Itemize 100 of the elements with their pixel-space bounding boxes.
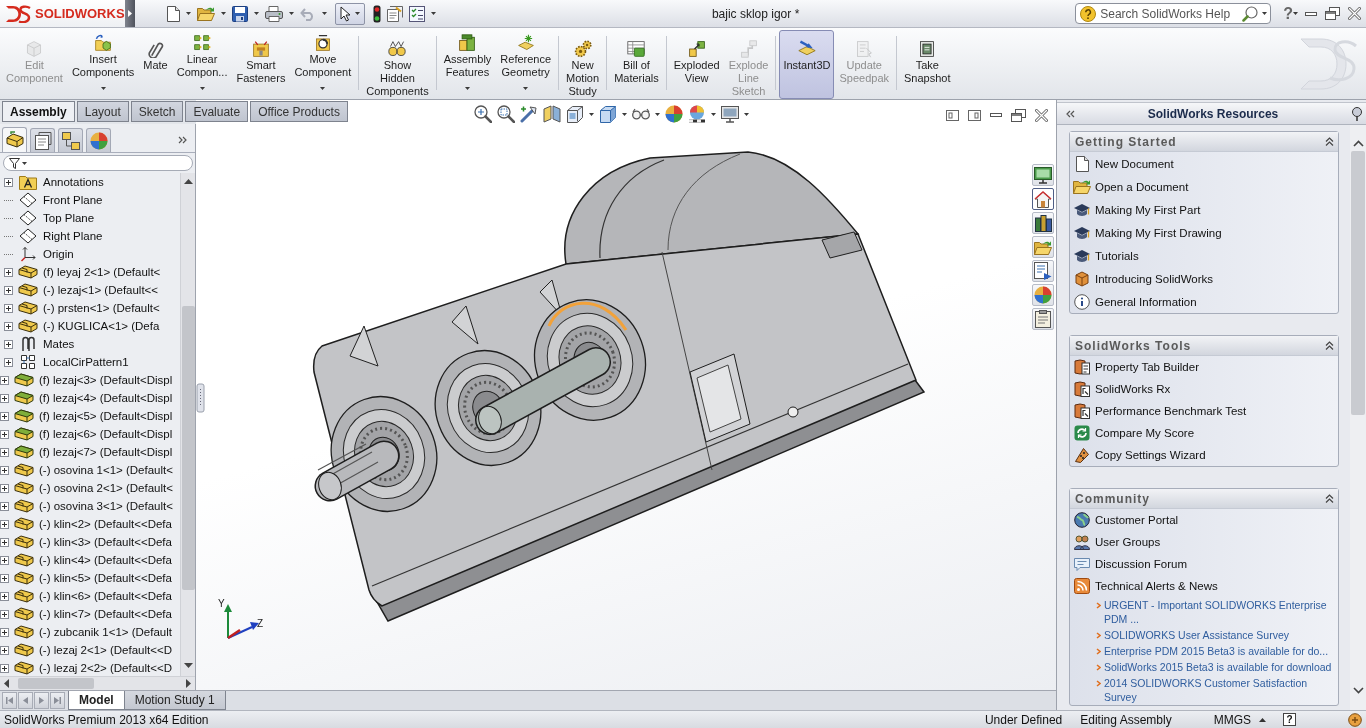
tree-item[interactable]: (-) KUGLICA<1> (Defa — [43, 320, 160, 332]
expand-icon[interactable] — [0, 429, 9, 439]
caret-icon[interactable] — [186, 12, 191, 15]
caret-icon[interactable] — [254, 12, 259, 15]
news-link[interactable]: URGENT - Important SOLIDWORKS Enterprise PDM ... — [1104, 598, 1338, 626]
expand-icon[interactable] — [4, 357, 13, 367]
expand-icon[interactable] — [4, 285, 13, 295]
tree-item[interactable]: Mates — [43, 338, 75, 350]
select-button[interactable] — [335, 2, 365, 25]
caret-icon[interactable] — [589, 112, 595, 116]
arrow-up-icon[interactable] — [183, 179, 193, 184]
search-icon[interactable] — [1242, 5, 1259, 22]
arrow-right-icon[interactable] — [186, 679, 191, 688]
task-pane-tab[interactable] — [1032, 308, 1054, 330]
expand-icon[interactable] — [4, 339, 13, 349]
news-link[interactable]: 2014 SOLIDWORKS Customer Satisfaction Survey — [1104, 676, 1338, 704]
caret-icon[interactable] — [622, 112, 628, 116]
exploded-view-button[interactable]: Exploded View — [669, 30, 724, 99]
tree-item[interactable]: (-) prsten<1> (Default< — [43, 302, 160, 314]
vertical-scrollbar[interactable] — [180, 173, 195, 676]
expand-icon[interactable] — [0, 663, 9, 673]
caret-icon[interactable] — [431, 12, 436, 15]
resource-link[interactable]: Technical Alerts & News — [1095, 580, 1218, 592]
command-tab[interactable]: Office Products — [250, 101, 348, 122]
smart-fasteners-button[interactable]: Smart Fasteners — [232, 30, 290, 99]
tree-item[interactable]: (f) lezaj<4> (Default<Displ — [39, 392, 173, 404]
expand-icon[interactable] — [0, 447, 9, 457]
expand-icon[interactable] — [4, 321, 13, 331]
task-pane-tab[interactable] — [1032, 164, 1054, 186]
glasses-icon[interactable] — [632, 108, 651, 120]
resource-link[interactable]: Making My First Drawing — [1095, 226, 1222, 239]
tree-item[interactable]: (-) klin<7> (Default<<Defa — [39, 608, 172, 620]
resource-link[interactable]: SolidWorks Rx — [1095, 383, 1171, 395]
minimize-icon[interactable] — [990, 113, 1002, 117]
monitor-icon[interactable] — [721, 105, 740, 123]
task-pane-tab[interactable] — [1032, 212, 1054, 234]
arrow-up-icon[interactable] — [1352, 140, 1364, 147]
caret-icon[interactable] — [1262, 12, 1268, 15]
task-pane-tab[interactable] — [1032, 260, 1054, 282]
expand-icon[interactable] — [0, 501, 9, 511]
split-block-icon[interactable] — [543, 105, 562, 123]
expand-icon[interactable] — [0, 519, 9, 529]
arrow-down-icon[interactable] — [183, 663, 193, 668]
caret-icon[interactable] — [289, 12, 294, 15]
collapse-icon[interactable] — [1325, 137, 1334, 146]
resource-link[interactable]: Performance Benchmark Test — [1095, 405, 1247, 417]
tree-item[interactable]: (f) lezaj<6> (Default<Displ — [39, 428, 173, 440]
expand-icon[interactable] — [0, 627, 9, 637]
caret-icon[interactable] — [711, 112, 717, 116]
bill-of-materials-button[interactable]: Bill of Materials — [610, 30, 663, 99]
close-icon[interactable] — [1348, 7, 1361, 20]
scroll-thumb[interactable] — [181, 306, 195, 590]
news-link[interactable]: SolidWorks 2015 Beta3 is available for download — [1104, 660, 1332, 674]
resource-link[interactable]: Customer Portal — [1095, 514, 1179, 526]
expand-icon[interactable] — [0, 393, 9, 403]
color-wheel-icon[interactable] — [665, 105, 684, 123]
expand-icon[interactable] — [0, 411, 9, 421]
tree-item[interactable]: (f) lezaj<3> (Default<Displ — [39, 374, 173, 386]
model-tab[interactable]: Motion Study 1 — [123, 691, 226, 710]
resource-link[interactable]: Compare My Score — [1095, 427, 1195, 439]
scroll-thumb[interactable] — [18, 678, 94, 689]
reference-geometry-button[interactable]: Reference Geometry — [496, 30, 556, 99]
tree-item[interactable]: Top Plane — [43, 212, 95, 224]
linear-pattern-button[interactable]: Linear Compon... — [172, 30, 232, 99]
expand-icon[interactable] — [4, 267, 13, 277]
tile-window-icon[interactable] — [946, 109, 959, 121]
shaded-cube-icon[interactable] — [599, 105, 618, 123]
close-icon[interactable] — [1035, 108, 1048, 122]
expand-icon[interactable] — [0, 645, 9, 655]
expand-icon[interactable] — [4, 303, 13, 313]
expand-icon[interactable] — [0, 537, 9, 547]
tree-item[interactable]: (f) lezaj<5> (Default<Displ — [39, 410, 173, 422]
tree-item[interactable]: (f) leyaj 2<1> (Default< — [43, 266, 161, 278]
restore-icon[interactable] — [1011, 108, 1026, 122]
panel-tab[interactable] — [58, 128, 83, 152]
resource-link[interactable]: Making My First Part — [1095, 203, 1201, 216]
units-selector[interactable]: MMGS — [1213, 712, 1251, 727]
plus-circle-icon[interactable] — [1348, 712, 1362, 727]
tree-item[interactable]: (-) klin<5> (Default<<Defa — [39, 572, 172, 584]
panel-tab[interactable] — [30, 128, 55, 152]
instant3d-button[interactable]: Instant3D — [779, 30, 835, 99]
move-component-button[interactable]: Move Component — [290, 30, 356, 99]
collapse-icon[interactable] — [1325, 341, 1334, 350]
last-button[interactable] — [50, 692, 65, 709]
expand-icon[interactable] — [0, 591, 9, 601]
document-pencil-icon[interactable] — [387, 5, 403, 22]
tree-item[interactable]: (-) lezaj<1> (Default<< — [43, 284, 159, 296]
stylus-icon[interactable] — [520, 105, 539, 123]
help-button[interactable]: ? — [1283, 5, 1293, 22]
insert-components-button[interactable]: Insert Components — [67, 30, 139, 99]
caret-icon[interactable] — [221, 12, 226, 15]
take-snapshot-button[interactable]: Take Snapshot — [900, 30, 955, 99]
traffic-light-icon[interactable] — [373, 4, 381, 23]
minimize-icon[interactable] — [1305, 11, 1317, 16]
expand-icon[interactable] — [0, 573, 9, 583]
open-folder-icon[interactable] — [197, 6, 215, 21]
resource-link[interactable]: Open a Document — [1095, 180, 1189, 193]
command-tab[interactable]: Sketch — [130, 101, 184, 122]
restore-icon[interactable] — [1325, 7, 1340, 20]
save-icon[interactable] — [232, 5, 248, 22]
